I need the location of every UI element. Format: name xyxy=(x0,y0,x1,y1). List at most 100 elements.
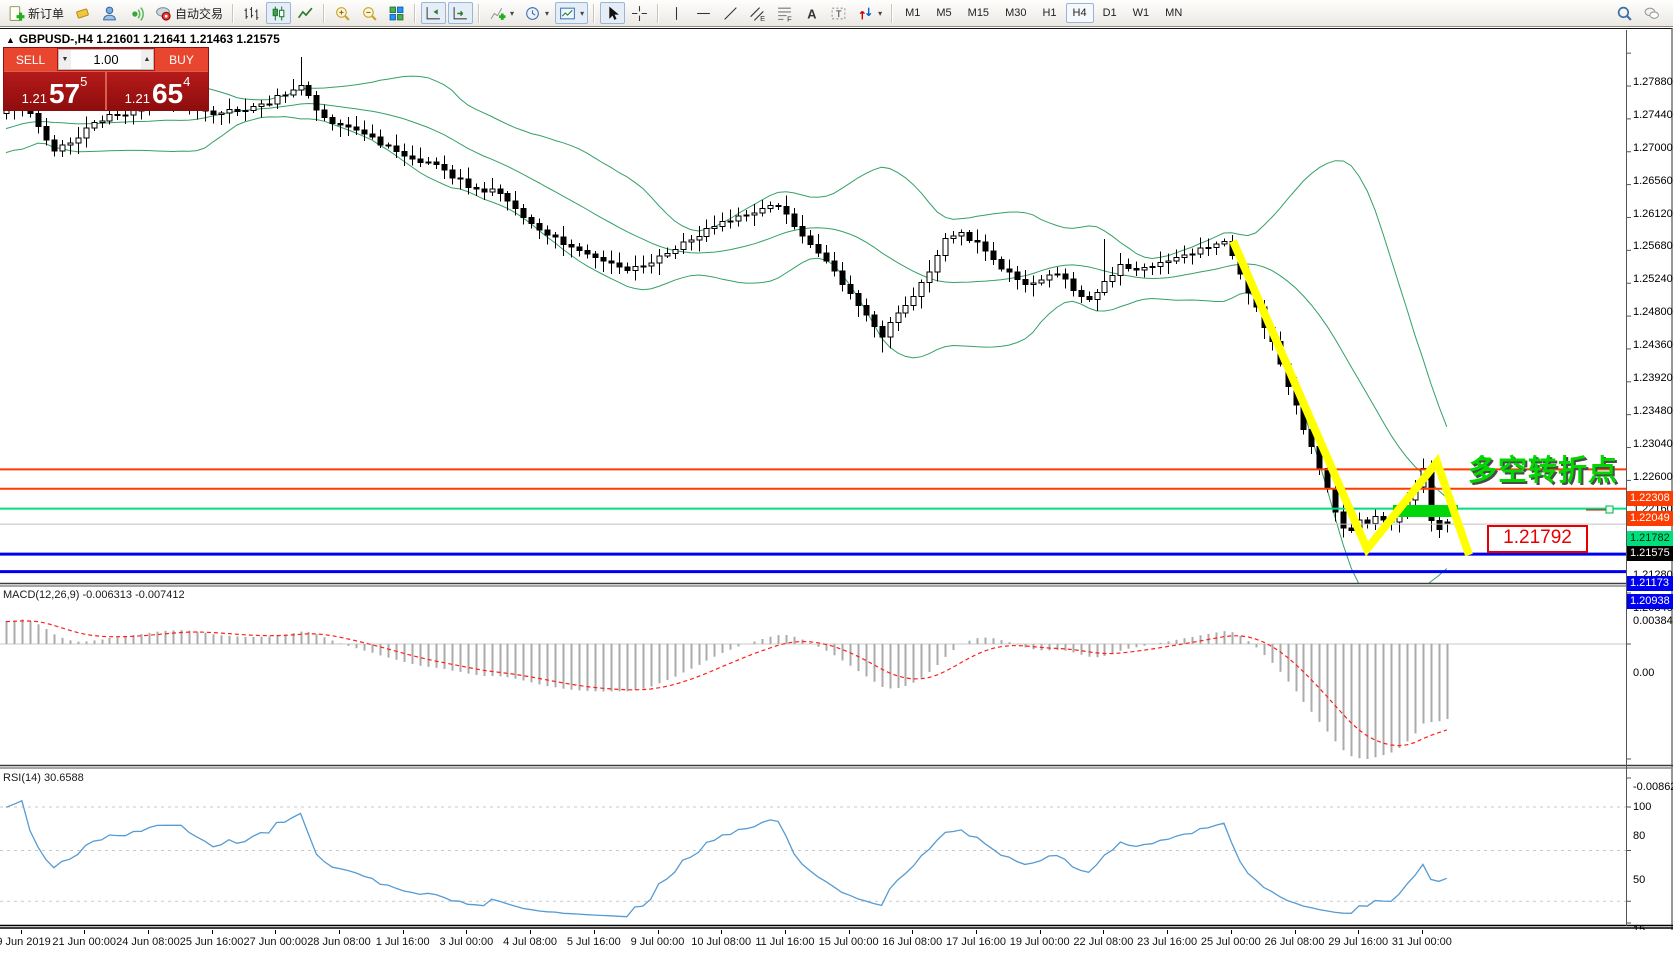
text-button[interactable]: A xyxy=(799,2,824,24)
zoom-out-button[interactable] xyxy=(357,2,382,24)
time-axis-tick xyxy=(403,930,404,934)
auto-scroll-button[interactable] xyxy=(448,2,473,24)
time-axis-tick xyxy=(84,930,85,934)
volume-decrease-button[interactable]: ▼ xyxy=(59,50,71,69)
time-axis-tick xyxy=(912,930,913,934)
time-axis-tick xyxy=(466,930,467,934)
volume-increase-button[interactable]: ▲ xyxy=(141,50,153,69)
timeframe-mn-button[interactable]: MN xyxy=(1158,3,1189,23)
trendline-button[interactable] xyxy=(718,2,743,24)
time-axis-label: 27 Jun 00:00 xyxy=(243,935,307,949)
time-axis-tick xyxy=(530,930,531,934)
bar-chart-button[interactable] xyxy=(239,2,264,24)
volume-input[interactable] xyxy=(71,50,141,69)
templates-button[interactable]: ▾ xyxy=(555,2,588,24)
toolbar-separator xyxy=(323,4,325,23)
cursor-button[interactable] xyxy=(600,2,625,24)
macd-histogram xyxy=(7,619,1448,759)
collapse-triangle-icon[interactable]: ▲ xyxy=(6,35,15,45)
news-button[interactable] xyxy=(124,2,149,24)
time-axis-label: 25 Jul 00:00 xyxy=(1201,935,1261,949)
candlestick-chart-button[interactable] xyxy=(266,2,291,24)
candlestick-icon xyxy=(270,5,287,22)
time-axis-tick xyxy=(339,930,340,934)
chat-button[interactable] xyxy=(1639,2,1664,24)
periods-button[interactable]: ▾ xyxy=(520,2,553,24)
timeframe-w1-button[interactable]: W1 xyxy=(1126,3,1157,23)
time-axis-tick xyxy=(658,930,659,934)
timeframe-h1-button[interactable]: H1 xyxy=(1035,3,1063,23)
auto-trading-button[interactable]: 自动交易 xyxy=(151,2,227,24)
timeframe-h4-button[interactable]: H4 xyxy=(1066,3,1094,23)
dropdown-caret: ▾ xyxy=(878,9,882,18)
toolbar-separator xyxy=(593,4,595,23)
trendline-icon xyxy=(722,5,739,22)
time-axis-label: 16 Jul 08:00 xyxy=(882,935,942,949)
time-axis-label: 21 Jun 00:00 xyxy=(52,935,116,949)
equidistant-channel-button[interactable]: E xyxy=(745,2,770,24)
buy-quote[interactable]: 1.21654 xyxy=(107,72,208,110)
price-callout-label[interactable]: 1.21792 xyxy=(1487,525,1588,553)
toolbar-separator xyxy=(414,4,416,23)
candlestick-series xyxy=(4,57,1450,541)
callout-anchor-handle[interactable] xyxy=(1606,506,1613,513)
chart-shift-icon xyxy=(425,5,442,22)
cursor-arrow-icon xyxy=(604,5,621,22)
search-button[interactable] xyxy=(1612,2,1637,24)
svg-text:A: A xyxy=(807,6,816,21)
timeframe-m5-button[interactable]: M5 xyxy=(929,3,958,23)
community-button[interactable] xyxy=(97,2,122,24)
zoom-in-button[interactable] xyxy=(330,2,355,24)
tile-windows-button[interactable] xyxy=(384,2,409,24)
bollinger-bands xyxy=(6,76,1447,611)
add-indicator-button[interactable]: ▾ xyxy=(485,2,518,24)
time-axis-label: 25 Jun 16:00 xyxy=(180,935,244,949)
main-toolbar: 新订单 自动交易 ▾ ▾ xyxy=(0,0,1673,27)
line-chart-button[interactable] xyxy=(293,2,318,24)
time-axis-tick xyxy=(976,930,977,934)
search-icon xyxy=(1616,5,1633,22)
time-axis-label: 5 Jul 16:00 xyxy=(567,935,621,949)
ohlc-bars-icon xyxy=(243,5,260,22)
vertical-line-button[interactable] xyxy=(664,2,689,24)
price-chart-canvas[interactable] xyxy=(0,30,1673,929)
time-axis-label: 9 Jul 00:00 xyxy=(631,935,685,949)
new-order-button[interactable]: 新订单 xyxy=(4,2,68,24)
toolbar-separator xyxy=(232,4,234,23)
fibonacci-button[interactable]: F xyxy=(772,2,797,24)
arrows-button[interactable]: ▾ xyxy=(853,2,886,24)
shift-chart-button[interactable] xyxy=(421,2,446,24)
zoom-out-icon xyxy=(361,5,378,22)
time-axis-tick xyxy=(21,930,22,934)
buy-price-pip: 4 xyxy=(183,75,190,88)
metaeditor-button[interactable] xyxy=(70,2,95,24)
svg-text:E: E xyxy=(760,13,765,21)
tile-windows-icon xyxy=(388,5,405,22)
time-axis-tick xyxy=(1231,930,1232,934)
crosshair-button[interactable] xyxy=(627,2,652,24)
sell-quote[interactable]: 1.21575 xyxy=(4,72,105,110)
rsi-indicator-label: RSI(14) 30.6588 xyxy=(3,772,84,784)
time-axis-label: 29 Jul 16:00 xyxy=(1328,935,1388,949)
timeframe-m15-button[interactable]: M15 xyxy=(961,3,996,23)
one-click-trading-panel: SELL ▼ ▲ BUY 1.21575 1.21654 xyxy=(3,47,209,111)
chart-title: ▲GBPUSD-,H4 1.21601 1.21641 1.21463 1.21… xyxy=(6,32,280,46)
time-axis-label: 3 Jul 00:00 xyxy=(439,935,493,949)
timeframe-d1-button[interactable]: D1 xyxy=(1096,3,1124,23)
time-axis-tick xyxy=(849,930,850,934)
time-axis[interactable]: 19 Jun 201921 Jun 00:0024 Jun 08:0025 Ju… xyxy=(0,930,1673,953)
volume-stepper: ▼ ▲ xyxy=(58,49,154,70)
rsi-line xyxy=(6,801,1447,917)
time-axis-tick xyxy=(1358,930,1359,934)
timeframe-m30-button[interactable]: M30 xyxy=(998,3,1033,23)
time-axis-label: 19 Jul 00:00 xyxy=(1010,935,1070,949)
sell-button[interactable]: SELL xyxy=(4,48,57,71)
horizontal-line-button[interactable] xyxy=(691,2,716,24)
timeframe-m1-button[interactable]: M1 xyxy=(898,3,927,23)
time-axis-tick xyxy=(1167,930,1168,934)
buy-button[interactable]: BUY xyxy=(155,48,208,71)
text-label-button[interactable]: T xyxy=(826,2,851,24)
svg-text:T: T xyxy=(836,9,842,20)
time-axis-label: 23 Jul 16:00 xyxy=(1137,935,1197,949)
time-axis-label: 31 Jul 00:00 xyxy=(1392,935,1452,949)
